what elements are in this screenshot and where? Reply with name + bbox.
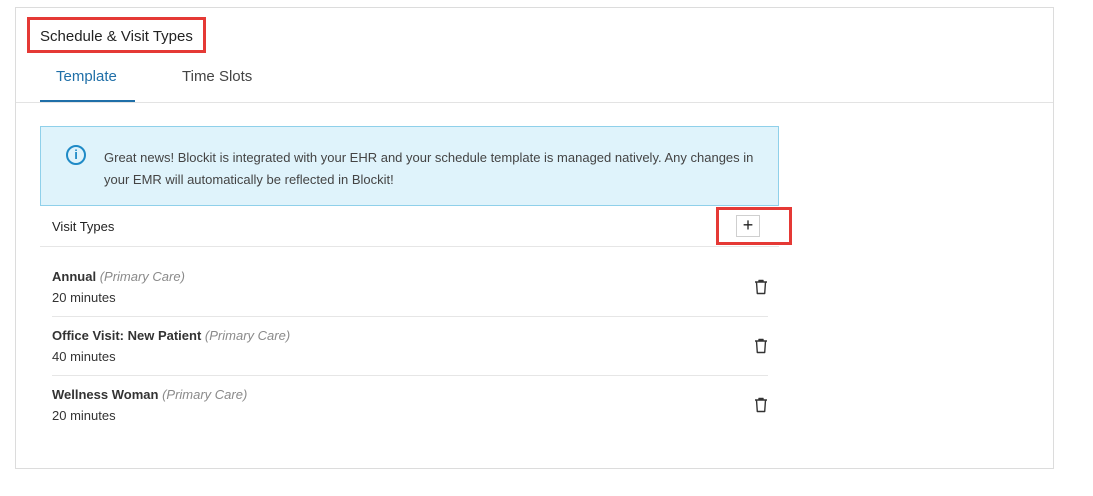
info-banner-line-2: your EMR will automatically be reflected… [104,172,394,187]
info-banner-line-1: Great news! Blockit is integrated with y… [104,150,754,165]
visit-type-duration: 20 minutes [52,290,116,305]
schedule-card: Schedule & Visit Types Template Time Slo… [15,7,1054,469]
visit-type-row: Wellness Woman (Primary Care) 20 minutes [52,387,768,445]
visit-type-name: Office Visit: New Patient [52,328,202,343]
visit-type-name-wrap: Wellness Woman (Primary Care) [52,387,247,402]
visit-type-category: (Primary Care) [162,387,248,402]
visit-type-name: Annual [52,269,97,284]
visit-type-category: (Primary Care) [99,269,185,284]
trash-icon[interactable] [754,338,768,354]
row-divider [52,375,768,376]
trash-icon[interactable] [754,397,768,413]
visit-type-name: Wellness Woman [52,387,159,402]
tabs-divider [16,102,1053,103]
visit-type-duration: 40 minutes [52,349,116,364]
tab-time-slots[interactable]: Time Slots [182,68,252,85]
info-banner: i Great news! Blockit is integrated with… [40,126,779,206]
visit-type-name-wrap: Office Visit: New Patient (Primary Care) [52,328,290,343]
visit-type-duration: 20 minutes [52,408,116,423]
visit-type-row: Annual (Primary Care) 20 minutes [52,269,768,327]
info-icon: i [66,145,86,165]
row-divider [52,316,768,317]
trash-icon[interactable] [754,279,768,295]
info-banner-text: Great news! Blockit is integrated with y… [104,147,764,191]
visit-type-row: Office Visit: New Patient (Primary Care)… [52,328,768,386]
tab-template[interactable]: Template [56,68,117,85]
visit-type-category: (Primary Care) [204,328,291,343]
add-visit-type-button[interactable]: + [736,215,760,237]
page-title: Schedule & Visit Types [40,28,193,45]
visit-type-name-wrap: Annual (Primary Care) [52,269,185,284]
visit-types-header: Visit Types [52,219,115,234]
header-divider [40,246,779,247]
